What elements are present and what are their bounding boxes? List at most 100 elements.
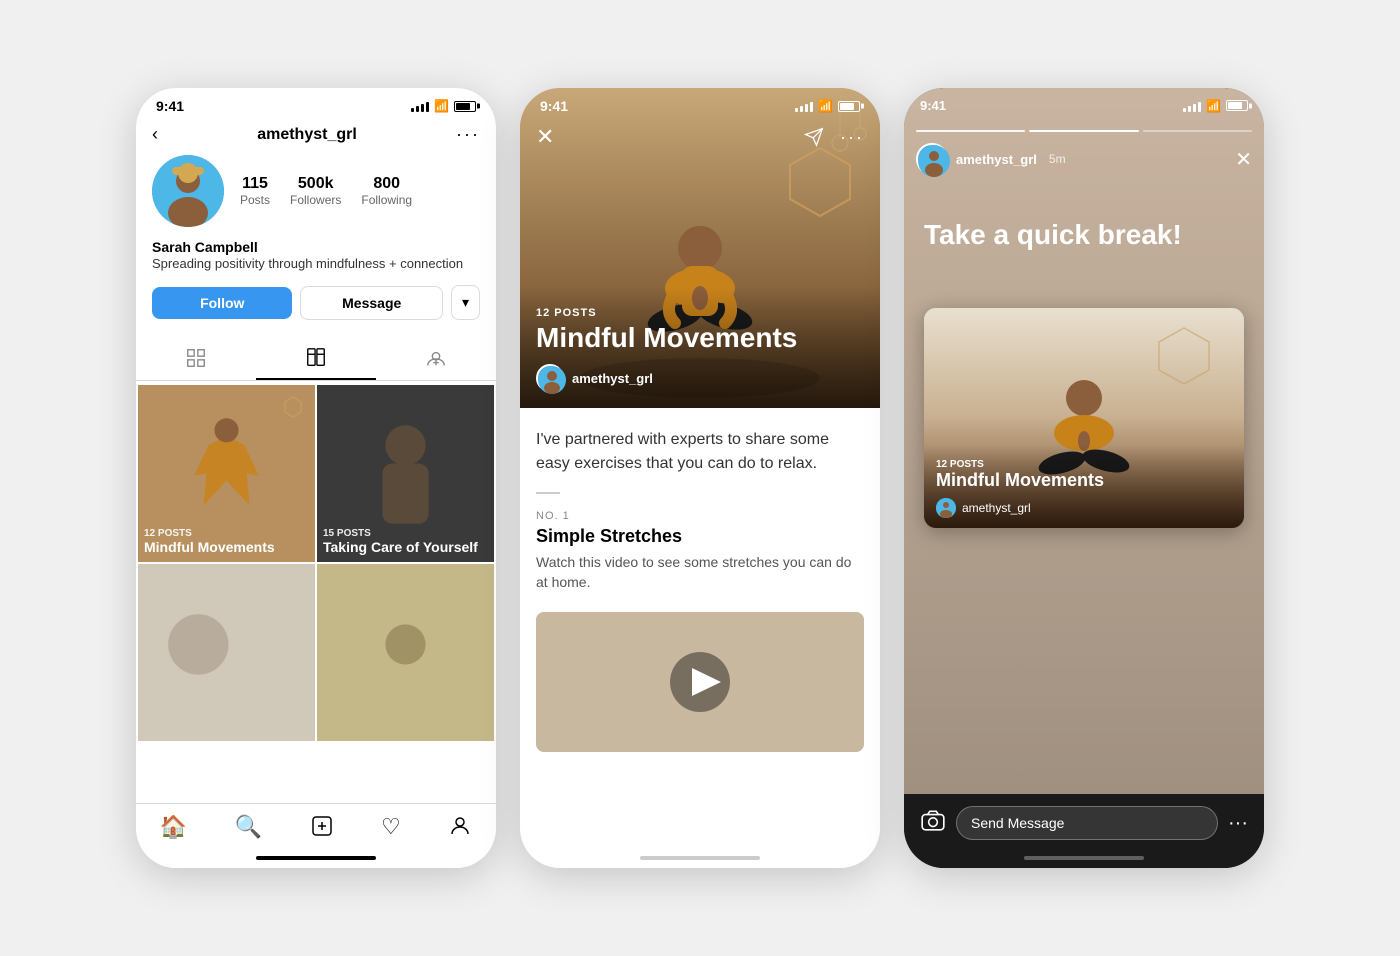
- guide-avatar-row: amethyst_grl: [536, 364, 864, 392]
- nav-search-icon[interactable]: 🔍: [235, 814, 262, 844]
- story-headline: Take a quick break!: [924, 218, 1244, 252]
- guide-body: I've partnered with experts to share som…: [520, 408, 880, 612]
- guide-section-title: Simple Stretches: [536, 526, 864, 547]
- dropdown-button[interactable]: ▾: [451, 285, 480, 320]
- phone-story: 9:41 📶: [904, 88, 1264, 868]
- nav-profile-icon[interactable]: [448, 814, 472, 844]
- story-prog-1: [916, 130, 1025, 132]
- story-card-avatar-image: [936, 498, 956, 518]
- story-more-button[interactable]: ···: [1228, 812, 1248, 835]
- tagged-icon: [425, 347, 447, 369]
- camera-button[interactable]: [920, 807, 946, 839]
- story-card[interactable]: 12 POSTS Mindful Movements amethyst_grl: [924, 308, 1244, 528]
- story-status-bar: 9:41 📶: [904, 88, 1264, 117]
- profile-bio: Sarah Campbell Spreading positivity thro…: [136, 239, 496, 285]
- grid-posts-1: 12 POSTS: [144, 528, 275, 539]
- guide-video-preview[interactable]: [536, 612, 864, 752]
- tab-guide[interactable]: [256, 336, 376, 380]
- guide-posts-label: 12 POSTS: [536, 307, 864, 319]
- story-avatar: [916, 143, 948, 175]
- guide-username: amethyst_grl: [572, 371, 653, 386]
- camera-icon: [920, 807, 946, 833]
- avatar-image: [152, 155, 224, 227]
- profile-info: 115 Posts 500k Followers 800 Following: [136, 155, 496, 239]
- story-prog-2: [1029, 130, 1138, 132]
- guide-controls: ✕ ···: [520, 124, 880, 150]
- story-card-posts: 12 POSTS: [936, 459, 1232, 470]
- story-signal-icon: [1183, 100, 1201, 112]
- hexagon-decor-1: [281, 395, 305, 419]
- posts-count: 115: [240, 175, 270, 193]
- grid-item-3[interactable]: [138, 564, 315, 741]
- nav-heart-icon[interactable]: ♡: [381, 814, 401, 844]
- profile-header: ‹ amethyst_grl ···: [136, 120, 496, 155]
- guide-title: Mindful Movements: [536, 323, 864, 354]
- following-count: 800: [361, 175, 412, 193]
- grid-label-2: 15 POSTS Taking Care of Yourself: [323, 528, 478, 556]
- profile-username: amethyst_grl: [257, 126, 357, 144]
- bio-text: Spreading positivity through mindfulness…: [152, 255, 480, 273]
- followers-count: 500k: [290, 175, 341, 193]
- posts-label: Posts: [240, 193, 270, 207]
- battery-icon-1: [454, 101, 476, 112]
- phone-profile: 9:41 📶 ‹ amethyst_grl ···: [136, 88, 496, 868]
- more-menu-button[interactable]: ···: [456, 124, 480, 145]
- nav-add-icon[interactable]: [310, 814, 334, 844]
- signal-icon-2: [795, 100, 813, 112]
- avatar: [152, 155, 224, 227]
- send-icon[interactable]: [804, 127, 824, 147]
- story-time-ago: 5m: [1049, 152, 1066, 166]
- tab-tagged[interactable]: [376, 336, 496, 380]
- stat-followers: 500k Followers: [290, 175, 341, 207]
- story-card-username: amethyst_grl: [962, 501, 1031, 515]
- message-button[interactable]: Message: [300, 286, 442, 320]
- guide-avatar-image: [538, 366, 566, 394]
- grid-item-2[interactable]: 15 POSTS Taking Care of Yourself: [317, 385, 494, 562]
- guide-avatar-sm: [536, 364, 564, 392]
- tab-grid[interactable]: [136, 336, 256, 380]
- profile-grid: 12 POSTS Mindful Movements 15 POSTS Taki…: [136, 383, 496, 743]
- more-icon[interactable]: ···: [840, 127, 864, 148]
- story-close-button[interactable]: ✕: [1235, 147, 1252, 172]
- follow-button[interactable]: Follow: [152, 287, 292, 319]
- guide-hero: ✕ ··· 12 POSTS Mindful Movements: [520, 88, 880, 408]
- story-username: amethyst_grl: [956, 152, 1037, 167]
- story-card-overlay: 12 POSTS Mindful Movements amethyst_grl: [924, 445, 1244, 528]
- story-user-info: amethyst_grl 5m: [916, 143, 1066, 175]
- guide-action-icons: ···: [804, 127, 864, 148]
- status-time-2: 9:41: [540, 98, 568, 114]
- wifi-icon-2: 📶: [818, 99, 833, 113]
- guide-section-number: NO. 1: [536, 510, 864, 522]
- story-header: amethyst_grl 5m ✕: [904, 143, 1264, 175]
- grid-item-4-image: [317, 564, 494, 741]
- grid-icon: [185, 347, 207, 369]
- status-icons-2: 📶: [795, 99, 860, 113]
- guide-close-button[interactable]: ✕: [536, 124, 554, 150]
- nav-home-icon[interactable]: 🏠: [160, 814, 187, 844]
- status-time-1: 9:41: [156, 98, 184, 114]
- bio-name: Sarah Campbell: [152, 239, 480, 255]
- stat-following: 800 Following: [361, 175, 412, 207]
- add-icon: [310, 814, 334, 838]
- send-message-input[interactable]: Send Message: [956, 806, 1218, 840]
- guide-section-desc: Watch this video to see some stretches y…: [536, 553, 864, 592]
- story-card-avatar: [936, 498, 956, 518]
- grid-item-4[interactable]: [317, 564, 494, 741]
- battery-icon-2: [838, 101, 860, 112]
- action-buttons: Follow Message ▾: [136, 285, 496, 336]
- wifi-icon-1: 📶: [434, 99, 449, 113]
- guide-divider: [536, 492, 560, 494]
- profile-tabs: [136, 336, 496, 381]
- grid-label-1: 12 POSTS Mindful Movements: [144, 528, 275, 556]
- grid-title-2: Taking Care of Yourself: [323, 539, 478, 556]
- phone2-status-bar: 9:41 📶: [520, 88, 880, 120]
- video-thumbnail: [536, 612, 864, 752]
- grid-item-3-image: [138, 564, 315, 741]
- status-icons-1: 📶: [411, 99, 476, 113]
- story-card-user: amethyst_grl: [936, 498, 1232, 518]
- story-card-title: Mindful Movements: [936, 470, 1232, 492]
- back-button[interactable]: ‹: [152, 124, 158, 145]
- grid-item-1[interactable]: 12 POSTS Mindful Movements: [138, 385, 315, 562]
- story-card-image: 12 POSTS Mindful Movements amethyst_grl: [924, 308, 1244, 528]
- guide-hero-overlay: 12 POSTS Mindful Movements amethyst_grl: [520, 287, 880, 408]
